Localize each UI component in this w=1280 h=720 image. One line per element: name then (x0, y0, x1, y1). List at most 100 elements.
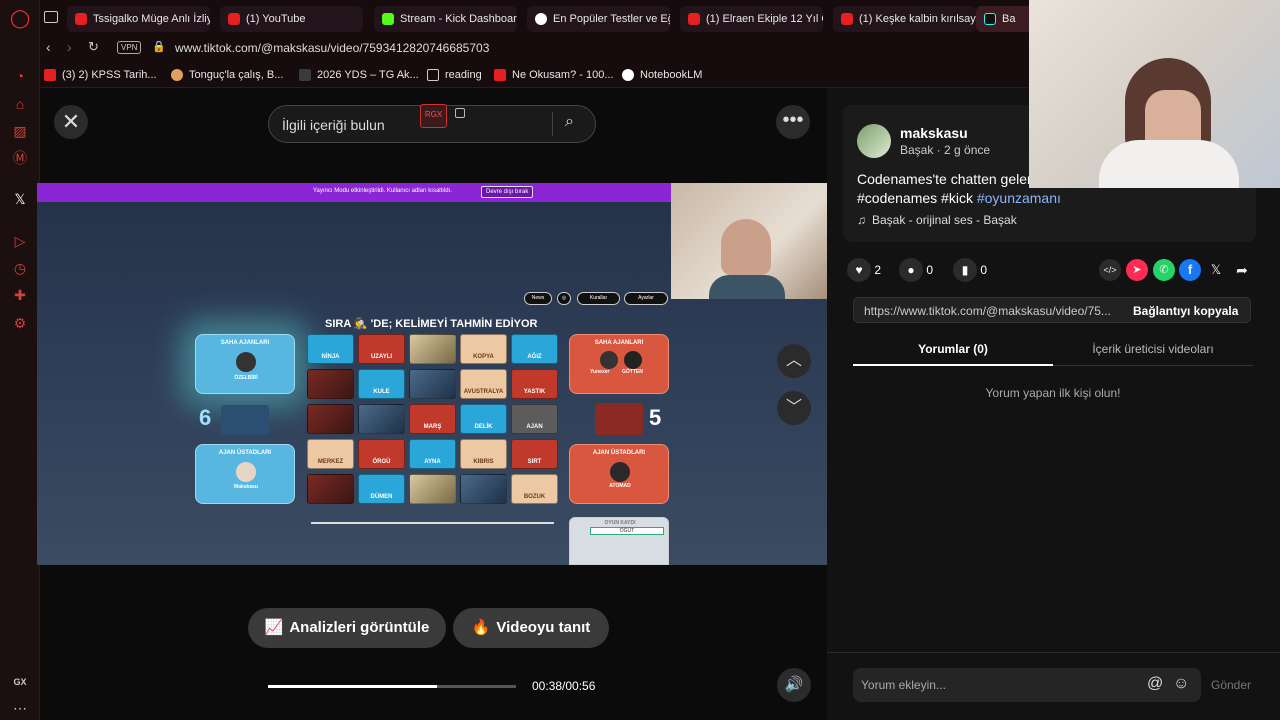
x-twitter-icon[interactable]: 𝕏 (10, 189, 30, 209)
sound-row[interactable]: ♫ Başak - orijinal ses - Başak (857, 213, 1017, 227)
word-card[interactable] (307, 369, 354, 399)
word-card[interactable] (460, 474, 507, 504)
history-icon[interactable]: ◷ (10, 258, 30, 278)
more-icon[interactable]: ⋯ (10, 698, 30, 718)
disable-button[interactable]: Devre dışı bırak (481, 186, 534, 198)
word-card[interactable]: AJAN (511, 404, 558, 434)
tab-3[interactable]: Stream - Kick Dashboar (374, 6, 517, 32)
bookmark-2[interactable]: Tonguç'la çalış, B... (171, 66, 283, 84)
send-to-friends-icon[interactable]: ➤ (1126, 259, 1148, 281)
video-progress[interactable] (268, 685, 516, 688)
forward-icon[interactable]: › (67, 39, 72, 55)
extensions-icon[interactable]: ✚ (10, 285, 30, 305)
settings-gear-icon[interactable]: ⚙ (10, 313, 30, 333)
word-card[interactable]: UZAYLI (358, 334, 405, 364)
tab-5[interactable]: (1) Elraen Ekiple 12 Yıl Ö (680, 6, 823, 32)
bookmark-5[interactable]: Ne Okusam? - 100... (494, 66, 614, 84)
lock-icon[interactable]: 🔒 (152, 40, 166, 53)
comment-action[interactable]: ● 0 (899, 258, 933, 282)
close-icon[interactable]: ✕ (54, 105, 88, 139)
word-card[interactable] (307, 474, 354, 504)
tab-comments[interactable]: Yorumlar (0) (853, 342, 1053, 356)
tab-active[interactable]: Ba (976, 6, 1036, 32)
comment-input-box[interactable]: Yorum ekleyin... @ ☺ (853, 668, 1201, 702)
bookmark-3[interactable]: 2026 YDS – TG Ak... (299, 66, 419, 84)
tab-4[interactable]: En Popüler Testler ve Eğ (527, 6, 670, 32)
reload-icon[interactable]: ↻ (88, 39, 99, 55)
tab-menu-icon[interactable] (44, 11, 58, 23)
word-card[interactable]: SIRT (511, 439, 558, 469)
news-button[interactable]: News (524, 292, 552, 305)
word-card[interactable]: ÖRGÜ (358, 439, 405, 469)
volume-icon[interactable]: 🔊 (777, 668, 811, 702)
copy-link-button[interactable]: Bağlantıyı kopyala (1133, 304, 1238, 318)
bookmark-1[interactable]: (3) 2) KPSS Tarih... (44, 66, 157, 84)
comment-bubble-icon: ● (899, 258, 923, 282)
more-options-icon[interactable]: ••• (776, 105, 810, 139)
sound-toggle-icon[interactable]: ◎ (557, 292, 571, 305)
tab-6[interactable]: (1) Keşke kalbin kırılsayc (833, 6, 976, 32)
x-share-icon[interactable]: 𝕏 (1205, 259, 1227, 281)
url-field[interactable]: www.tiktok.com/@makskasu/video/759341282… (175, 41, 489, 55)
tab-1[interactable]: Tssigalko Müge Anlı İzliy (67, 6, 210, 32)
player-icon[interactable]: ▷ (10, 231, 30, 251)
word-card[interactable]: YASTIK (511, 369, 558, 399)
word-card[interactable] (409, 474, 456, 504)
username[interactable]: makskasu (900, 125, 968, 141)
share-arrow-icon[interactable]: ➦ (1231, 259, 1253, 281)
view-analytics-button[interactable]: 📈 Analizleri görüntüle (248, 608, 446, 648)
promote-video-button[interactable]: 🔥 Videoyu tanıt (453, 608, 609, 648)
rgx-badge[interactable]: RGX (420, 104, 447, 128)
avatar[interactable] (857, 124, 891, 158)
twitch-icon[interactable]: ▨ (10, 121, 30, 141)
hashtag-link[interactable]: #oyunzamanı (977, 190, 1061, 206)
opera-logo-icon[interactable]: ◯ (10, 8, 30, 28)
word-card[interactable]: BOZUK (511, 474, 558, 504)
whatsapp-icon[interactable]: ✆ (1153, 259, 1175, 281)
word-card[interactable]: MERKEZ (307, 439, 354, 469)
send-button[interactable]: Gönder (1211, 678, 1251, 692)
comment-input[interactable]: Yorum ekleyin... (861, 678, 946, 692)
hashtags: #codenames #kick #oyunzamanı (857, 190, 1061, 206)
messenger-icon[interactable]: Ⓜ (10, 148, 30, 168)
word-card[interactable]: AVUSTRALYA (460, 369, 507, 399)
bookmark-4[interactable]: reading (427, 66, 482, 84)
word-card[interactable]: AĞIZ (511, 334, 558, 364)
copy-icon[interactable] (455, 108, 465, 118)
word-card[interactable]: MARŞ (409, 404, 456, 434)
youtube-icon (688, 13, 700, 25)
bookmark-6[interactable]: NotebookLM (622, 66, 702, 84)
search-box[interactable]: İlgili içeriği bulun RGX ⌕ (268, 104, 596, 143)
word-card[interactable] (358, 404, 405, 434)
word-card[interactable] (307, 404, 354, 434)
tab-creator-videos[interactable]: İçerik üreticisi videoları (1053, 342, 1253, 356)
previous-video-icon[interactable]: ︿ (777, 344, 811, 378)
save-action[interactable]: ▮ 0 (953, 258, 987, 282)
search-input[interactable]: İlgili içeriği bulun (282, 117, 385, 133)
gx-control-icon[interactable]: ◔ (10, 66, 30, 86)
word-card[interactable]: KOPYA (460, 334, 507, 364)
like-action[interactable]: ♥ 2 (847, 258, 881, 282)
gx-corner-icon[interactable]: ⌂ (10, 94, 30, 114)
back-icon[interactable]: ‹ (46, 39, 51, 55)
word-card[interactable]: DÜMEN (358, 474, 405, 504)
word-card[interactable] (409, 334, 456, 364)
mention-icon[interactable]: @ (1147, 675, 1163, 693)
word-card[interactable]: AYNA (409, 439, 456, 469)
word-card[interactable] (409, 369, 456, 399)
rules-button[interactable]: Kurallar (577, 292, 620, 305)
word-card[interactable]: KULE (358, 369, 405, 399)
facebook-icon[interactable]: f (1179, 259, 1201, 281)
emoji-icon[interactable]: ☺ (1173, 675, 1189, 693)
streamer-face (721, 219, 771, 275)
settings-button[interactable]: Ayarlar (624, 292, 668, 305)
word-card[interactable]: KIBRIS (460, 439, 507, 469)
video-link[interactable]: https://www.tiktok.com/@makskasu/video/7… (864, 304, 1111, 318)
embed-icon[interactable]: </> (1099, 259, 1121, 281)
next-video-icon[interactable]: ﹀ (777, 391, 811, 425)
tab-2[interactable]: (1) YouTube (220, 6, 363, 32)
search-icon[interactable]: ⌕ (565, 113, 574, 131)
word-card[interactable]: NİNJA (307, 334, 354, 364)
word-card[interactable]: DELİK (460, 404, 507, 434)
vpn-badge[interactable]: VPN (117, 41, 142, 54)
